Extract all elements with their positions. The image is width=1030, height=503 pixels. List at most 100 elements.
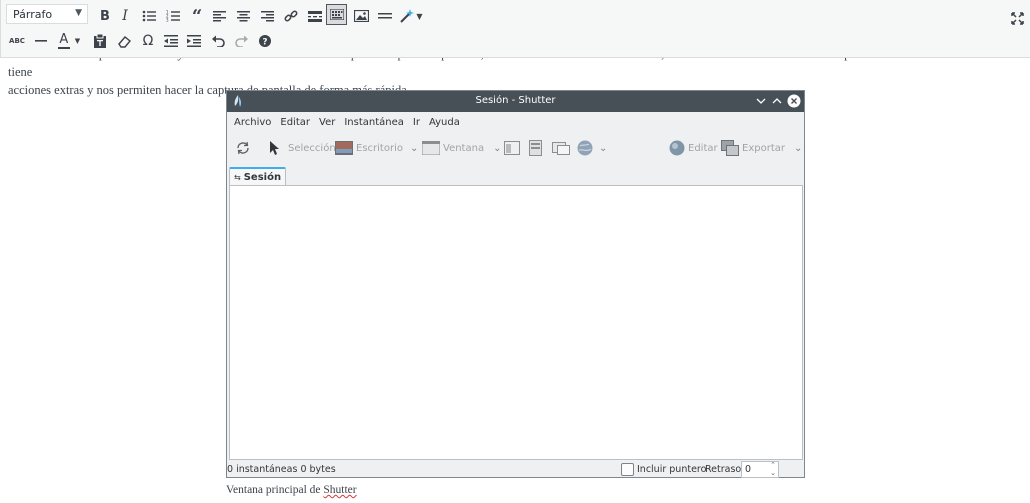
numbered-list-icon: 123: [166, 10, 180, 22]
chevron-down-icon: ⌄: [599, 142, 608, 154]
blockquote-button[interactable]: “: [185, 4, 209, 28]
window-item: Ventana ⌄: [422, 139, 501, 157]
include-pointer-label: Incluir puntero: [637, 464, 707, 475]
delay-label: Retraso:: [705, 464, 745, 475]
insert-image-button[interactable]: [349, 4, 373, 28]
menu-ir: Ir: [412, 116, 420, 128]
undo-icon: [211, 35, 225, 47]
menu-instantanea: Instantánea: [344, 116, 404, 128]
help-icon: ?: [259, 35, 271, 47]
bullet-list-icon: [142, 10, 156, 22]
bold-icon: B: [100, 8, 110, 24]
bullet-list-button[interactable]: [137, 4, 161, 28]
chevron-down-icon: ⌄: [409, 142, 419, 154]
align-right-button[interactable]: [255, 4, 279, 28]
svg-text:?: ?: [262, 38, 267, 48]
horizontal-rule-icon: [35, 39, 47, 42]
menu-archivo: Archivo: [234, 116, 272, 128]
align-center-button[interactable]: [231, 4, 255, 28]
selection-item: Selección: [267, 139, 336, 157]
cursor-icon: [270, 141, 279, 155]
menu-ayuda: Ayuda: [428, 116, 460, 128]
indent-button[interactable]: [182, 29, 206, 53]
fullscreen-icon: [1010, 11, 1024, 25]
caption-text: Ventana principal de: [226, 484, 324, 496]
horizontal-line-button[interactable]: [373, 4, 397, 28]
read-more-button[interactable]: [303, 4, 327, 28]
fullscreen-button[interactable]: [1005, 6, 1029, 30]
strikethrough-icon: ABC: [9, 37, 25, 45]
undo-button[interactable]: [206, 29, 230, 53]
clip-capture-item: [552, 139, 570, 157]
outdent-button[interactable]: [159, 29, 183, 53]
align-left-button[interactable]: [207, 4, 231, 28]
refresh-icon: [237, 141, 249, 155]
maximize-icon: [770, 94, 784, 108]
redo-button[interactable]: [229, 29, 253, 53]
edit-label: Editar: [688, 142, 718, 154]
chevron-down-icon: ⌄: [793, 142, 803, 154]
strikethrough-button[interactable]: ABC: [5, 29, 29, 53]
spin-arrows-icon: ⌃ ⌄: [770, 461, 776, 477]
italic-button[interactable]: I: [113, 4, 137, 28]
blockquote-icon: “: [191, 5, 203, 27]
align-right-icon: [260, 10, 274, 21]
clip-capture-icon: [552, 142, 570, 155]
export-icon: [721, 140, 739, 156]
redo-icon: [234, 35, 248, 47]
paste-text-icon: [94, 34, 106, 48]
export-label: Exportar: [742, 142, 785, 154]
chevron-down-icon: ▼: [74, 37, 81, 45]
clear-formatting-icon: [117, 35, 131, 48]
text-color-letter: A: [59, 31, 69, 47]
horizontal-line-icon: [378, 13, 392, 19]
desktop-label: Escritorio: [356, 142, 403, 154]
snapshot-count: 0 instantáneas 0 bytes: [227, 464, 336, 475]
indent-icon: [187, 35, 201, 47]
toolbar-toggle-button[interactable]: [326, 4, 347, 25]
desktop-item: Escritorio ⌄: [335, 139, 418, 157]
read-more-icon: [308, 10, 322, 22]
menu-capture-item: [504, 139, 520, 157]
globe-icon: [577, 140, 593, 156]
format-select[interactable]: Párrafo ▼: [6, 4, 88, 24]
export-item: Exportar ⌄: [721, 139, 802, 157]
horizontal-rule-button[interactable]: [29, 29, 53, 53]
clear-formatting-button[interactable]: [112, 29, 136, 53]
checkbox-box: [621, 463, 634, 476]
window-statusbar: 0 instantáneas 0 bytes Incluir puntero R…: [227, 461, 804, 478]
help-button[interactable]: ?: [253, 29, 277, 53]
chevron-down-icon: ▼: [416, 11, 423, 21]
tooltip-capture-item: [529, 139, 542, 157]
window-menubar: Archivo Editar Ver Instantánea Ir Ayuda: [227, 112, 804, 132]
close-icon: [787, 94, 801, 108]
special-character-button[interactable]: Ω: [136, 29, 160, 53]
outdent-icon: [164, 35, 178, 47]
paste-text-button[interactable]: [88, 29, 112, 53]
link-button[interactable]: [279, 4, 303, 28]
tooltip-capture-icon: [529, 140, 542, 156]
delay-spinbox: 0 ⌃ ⌄: [741, 461, 779, 478]
menu-editar: Editar: [280, 116, 310, 128]
italic-icon: I: [122, 8, 128, 24]
text-color-button[interactable]: A ▼: [53, 29, 85, 53]
caption-app-name: Shutter: [323, 484, 357, 496]
delay-value: 0: [745, 464, 752, 475]
window-titlebar: Sesión - Shutter: [227, 91, 804, 112]
numbered-list-button[interactable]: 123: [161, 4, 185, 28]
menu-ver: Ver: [319, 116, 336, 128]
refresh-item: [235, 139, 251, 157]
align-center-icon: [236, 10, 250, 21]
session-tab-icon: ⇆: [234, 173, 241, 182]
include-pointer-checkbox: Incluir puntero: [621, 463, 706, 476]
shutter-window-image: Sesión - Shutter Archivo Editar Ver Inst…: [226, 90, 805, 478]
tab-sesion: ⇆ Sesión: [229, 167, 286, 186]
web-capture-item: ⌄: [577, 139, 607, 157]
link-icon: [284, 10, 298, 22]
desktop-icon: [335, 141, 353, 155]
image-caption[interactable]: Ventana principal de Shutter: [226, 484, 357, 496]
magic-wand-button[interactable]: ▼: [397, 4, 425, 28]
insert-image-icon: [353, 10, 369, 22]
magic-wand-icon: [400, 9, 415, 23]
window-toolbar: Selección Escritorio ⌄ Ventana ⌄ ⌄ Edita…: [227, 132, 804, 164]
